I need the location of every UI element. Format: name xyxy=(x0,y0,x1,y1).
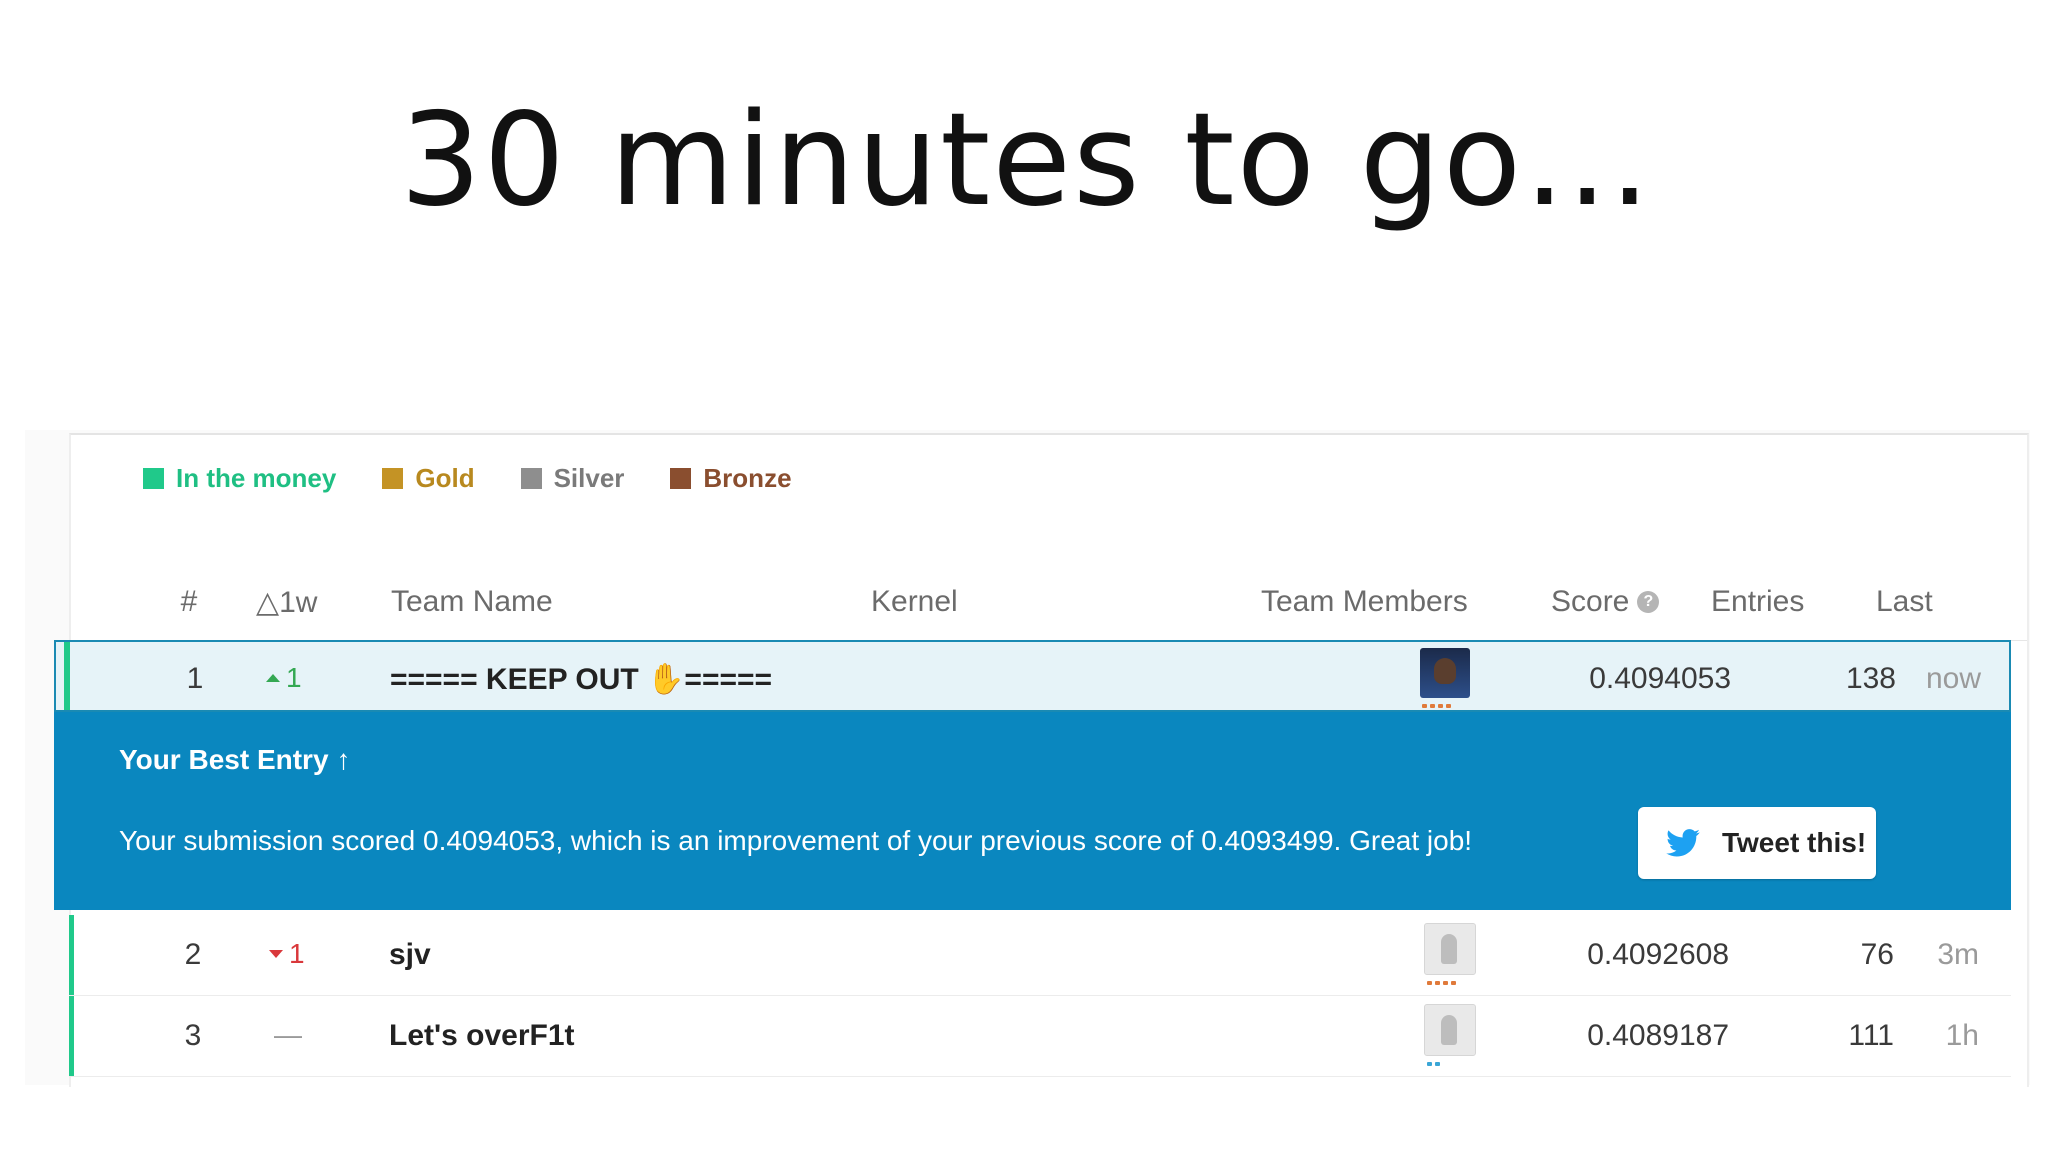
tier-dots xyxy=(1427,1062,1440,1066)
best-entry-title: Your Best Entry ↑ xyxy=(119,744,351,776)
header-score-label: Score xyxy=(1551,585,1630,618)
header-score[interactable]: Score ? xyxy=(1551,585,1660,619)
legend-label: Gold xyxy=(415,463,475,493)
table-row[interactable]: 2 1 sjv 0.4092608 76 3m xyxy=(69,915,2011,996)
best-entry-title-text: Your Best Entry xyxy=(119,744,329,775)
avatar[interactable] xyxy=(1424,1004,1476,1056)
legend-bronze: Bronze xyxy=(670,463,792,494)
tier-dots xyxy=(1422,704,1451,708)
header-kernel[interactable]: Kernel xyxy=(871,585,958,619)
avatar[interactable] xyxy=(1424,923,1476,975)
team-name-link[interactable]: sjv xyxy=(389,938,431,972)
rank-cell: 1 xyxy=(186,662,204,695)
best-entry-message: Your submission scored 0.4094053, which … xyxy=(119,825,1473,856)
team-name-link[interactable]: Let's overF1t xyxy=(389,1019,575,1053)
person-icon xyxy=(1434,658,1456,684)
bird-icon xyxy=(1441,934,1457,964)
legend-gold: Gold xyxy=(382,463,475,494)
last-cell: 3m xyxy=(1937,938,1979,971)
score-cell: 0.4094053 xyxy=(1589,662,1731,695)
header-last[interactable]: Last xyxy=(1876,585,1933,619)
help-icon[interactable]: ? xyxy=(1637,591,1660,613)
legend-in-the-money: In the money xyxy=(143,463,336,494)
twitter-icon xyxy=(1666,829,1700,857)
arrow-down-icon xyxy=(269,950,283,958)
entries-cell[interactable]: 111 xyxy=(1774,1019,1894,1053)
tier-dots xyxy=(1427,981,1456,985)
avatar[interactable] xyxy=(1420,648,1470,698)
slide-title: 30 minutes to go… xyxy=(400,86,1654,235)
best-entry-banner: Your Best Entry ↑ Your submission scored… xyxy=(54,712,2011,910)
score-cell: 0.4089187 xyxy=(1587,1019,1729,1052)
entries-cell[interactable]: 76 xyxy=(1774,938,1894,972)
tweet-button[interactable]: Tweet this! xyxy=(1638,807,1876,879)
in-the-money-marker xyxy=(69,915,74,995)
tweet-button-label: Tweet this! xyxy=(1722,827,1867,858)
header-entries[interactable]: Entries xyxy=(1711,585,1804,619)
last-cell: now xyxy=(1925,662,1981,695)
delta-cell: 1 xyxy=(269,938,305,970)
delta-cell: — xyxy=(274,1019,302,1051)
in-the-money-swatch xyxy=(143,468,164,489)
header-team-members[interactable]: Team Members xyxy=(1261,585,1468,619)
header-delta-1w[interactable]: △1w xyxy=(256,585,317,620)
legend-silver: Silver xyxy=(520,463,625,494)
arrow-up-icon xyxy=(266,674,280,682)
rank-cell: 3 xyxy=(184,1019,202,1052)
entries-cell[interactable]: 138 xyxy=(1776,662,1896,696)
table-row[interactable]: 3 — Let's overF1t 0.4089187 111 1h xyxy=(69,996,2011,1077)
header-rank[interactable]: # xyxy=(169,585,209,619)
table-row[interactable]: 1 1 ===== KEEP OUT ✋===== 0.4094053 138 … xyxy=(54,640,2011,712)
header-team-name[interactable]: Team Name xyxy=(391,585,553,619)
last-cell: 1h xyxy=(1945,1019,1979,1052)
legend-label: In the money xyxy=(176,463,337,493)
bronze-swatch xyxy=(670,468,692,489)
delta-value: 1 xyxy=(286,662,302,693)
in-the-money-marker xyxy=(69,996,74,1076)
silver-swatch xyxy=(520,468,542,489)
in-the-money-marker xyxy=(64,642,70,710)
legend-label: Silver xyxy=(553,463,625,493)
medal-legend: In the money Gold Silver Bronze xyxy=(143,463,792,494)
delta-value: 1 xyxy=(289,938,305,969)
bird-icon xyxy=(1441,1015,1457,1045)
arrow-up-icon: ↑ xyxy=(336,744,351,775)
rank-cell: 2 xyxy=(184,938,202,971)
score-cell: 0.4092608 xyxy=(1587,938,1729,971)
delta-cell: 1 xyxy=(266,662,302,694)
gold-swatch xyxy=(382,468,404,489)
team-name-link[interactable]: ===== KEEP OUT ✋===== xyxy=(390,662,772,697)
legend-label: Bronze xyxy=(703,463,792,493)
delta-value: — xyxy=(274,1019,302,1050)
